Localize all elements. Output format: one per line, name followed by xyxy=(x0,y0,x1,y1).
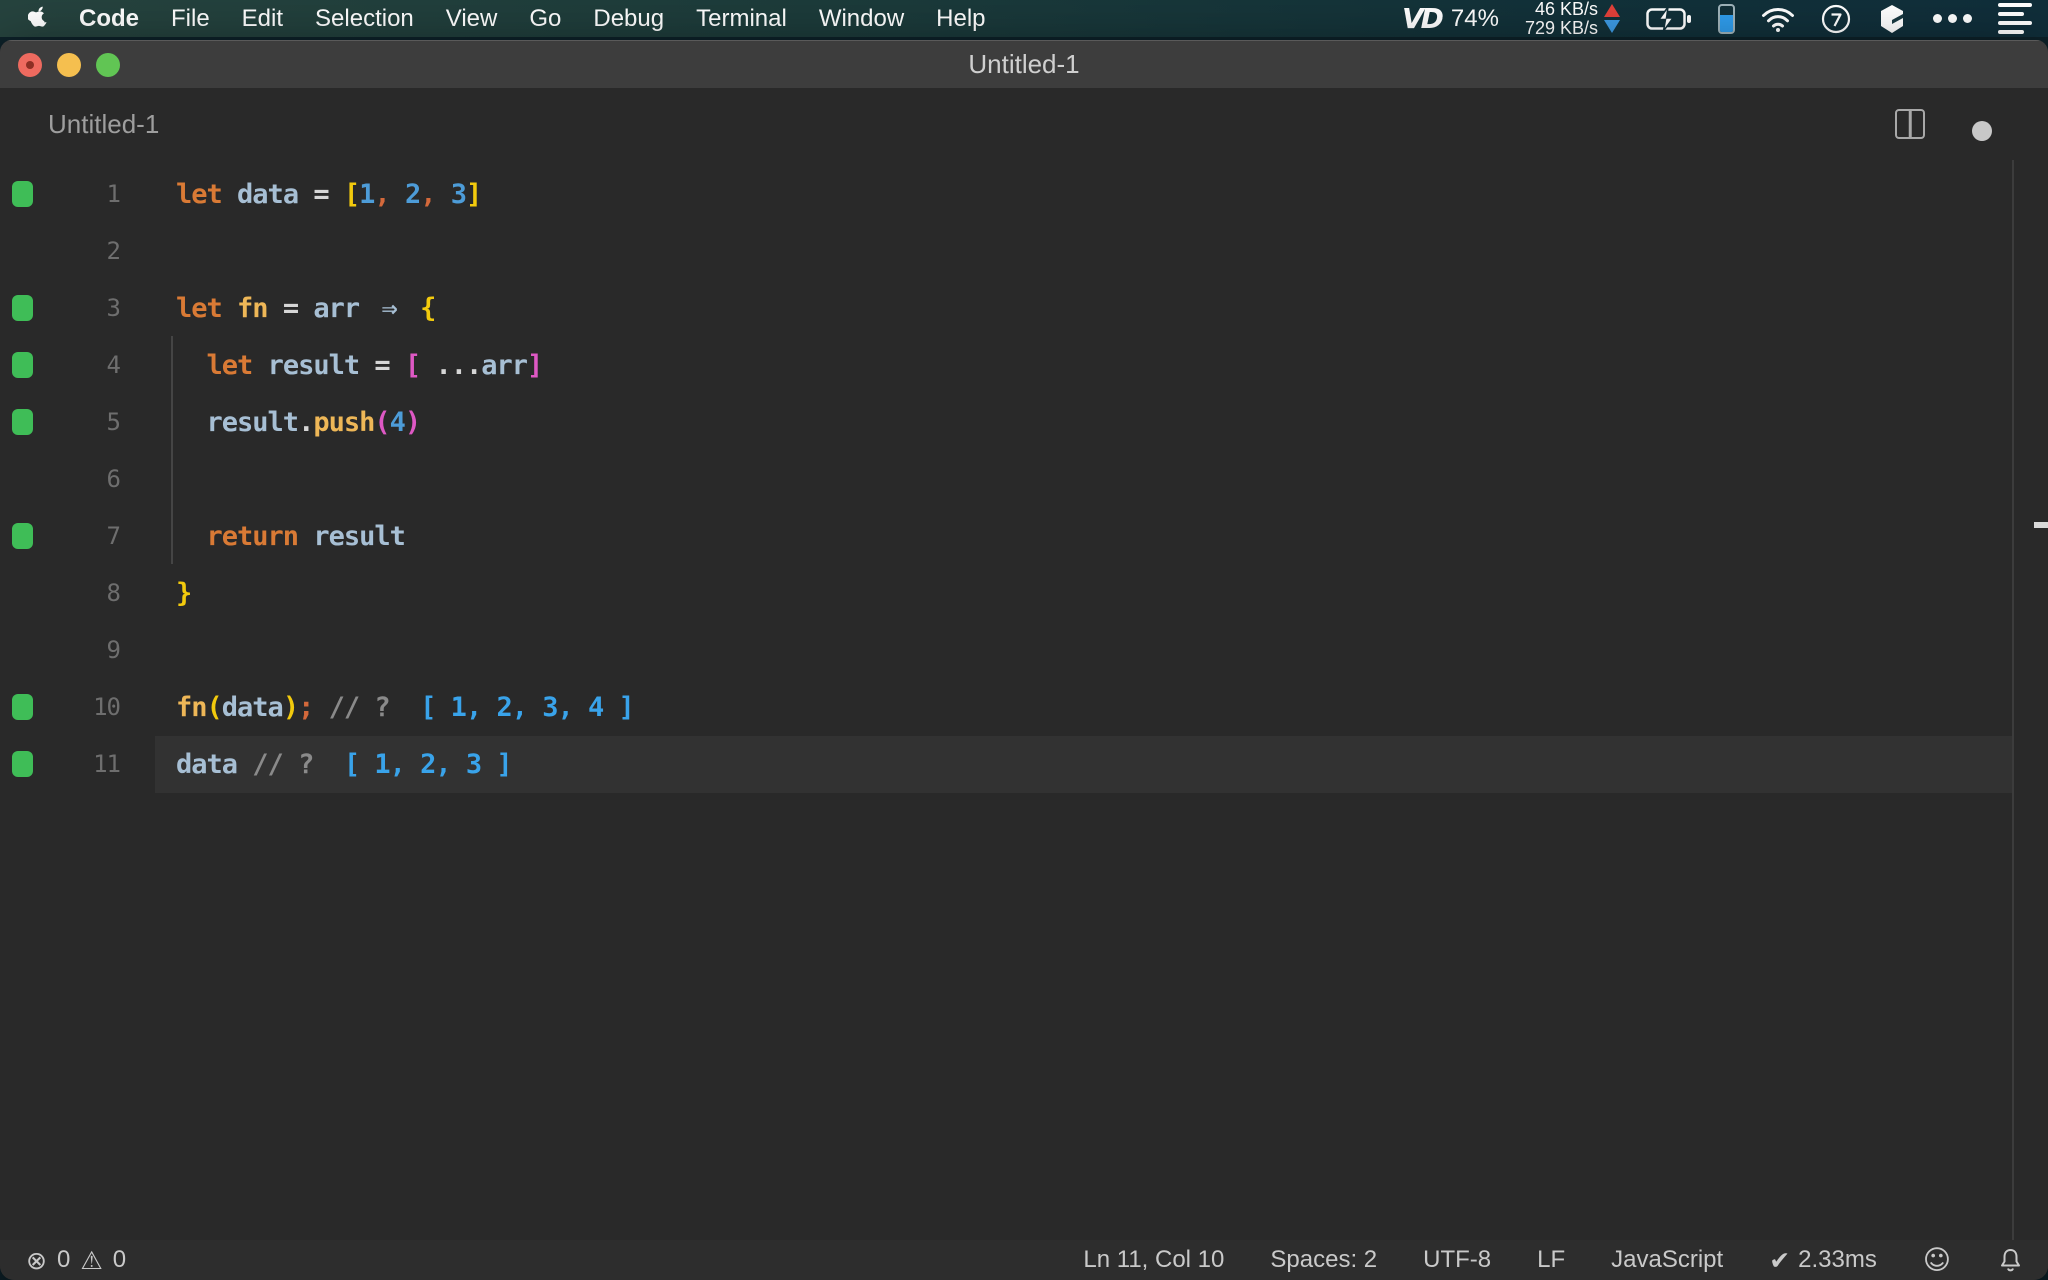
apple-logo-glyph xyxy=(28,6,47,27)
code-text: } xyxy=(176,578,192,609)
split-editor-icon[interactable] xyxy=(1895,109,1925,139)
window-title-bar[interactable]: Untitled-1 xyxy=(0,40,2048,88)
download-speed: 729 KB/s xyxy=(1524,17,1598,38)
menu-item-edit[interactable]: Edit xyxy=(226,5,299,33)
device-battery-fill xyxy=(1720,15,1733,32)
menu-item-go[interactable]: Go xyxy=(513,5,577,33)
clock-7-icon[interactable] xyxy=(1821,4,1851,34)
vscode-window: Untitled-1 Untitled-1 1 let data = [1, 2,… xyxy=(0,40,2048,1280)
upload-arrow-icon xyxy=(1604,4,1620,17)
error-count: 0 xyxy=(56,1246,71,1273)
overview-ruler-marker xyxy=(2034,522,2048,528)
quokka-perf[interactable]: ✔ 2.33ms xyxy=(1769,1246,1877,1275)
code-text: return result xyxy=(206,521,406,552)
code-line-6[interactable]: 6 xyxy=(0,451,2048,508)
code-text: let data = [1, 2, 3] xyxy=(176,179,482,210)
status-items: Ln 11, Col 10 Spaces: 2 UTF-8 LF JavaScript xyxy=(1083,1246,1723,1274)
network-speed-widget[interactable]: 46 KB/s 729 KB/s xyxy=(1525,0,1620,38)
status-item-utf-8[interactable]: UTF-8 xyxy=(1423,1246,1491,1274)
feedback-smiley-icon[interactable]: ☺ xyxy=(1923,1245,1951,1276)
perf-time: 2.33ms xyxy=(1798,1246,1877,1273)
window-title: Untitled-1 xyxy=(968,49,1080,79)
menu-item-selection[interactable]: Selection xyxy=(299,5,430,33)
code-text: fn(data); // ? [ 1, 2, 3, 4 ] xyxy=(176,692,635,723)
upload-speed: 46 KB/s xyxy=(1534,0,1598,19)
menu-items: Code File Edit Selection View Go Debug Terminal… xyxy=(63,5,1002,33)
menu-item-debug[interactable]: Debug xyxy=(577,5,680,33)
wifi-icon[interactable] xyxy=(1761,6,1795,32)
code-line-7[interactable]: 7 return result xyxy=(0,508,2048,565)
line-number[interactable]: 8 xyxy=(0,565,121,622)
line-number[interactable]: 7 xyxy=(0,508,121,565)
menu-item-help[interactable]: Help xyxy=(920,5,1001,33)
editor[interactable]: 1 let data = [1, 2, 3] 2 3 let fn = arr ⇒ { 4… xyxy=(0,160,2048,1240)
code-line-1[interactable]: 1 let data = [1, 2, 3] xyxy=(0,166,2048,223)
menu-item-file[interactable]: File xyxy=(155,5,226,33)
line-number[interactable]: 1 xyxy=(0,166,121,223)
line-number[interactable]: 5 xyxy=(0,394,121,451)
status-item-ln-11-col-10[interactable]: Ln 11, Col 10 xyxy=(1083,1246,1224,1274)
warning-count: 0 xyxy=(112,1246,127,1273)
tab-row: Untitled-1 xyxy=(0,88,2048,160)
code-text: data // ? [ 1, 2, 3 ] xyxy=(176,749,513,780)
line-number[interactable]: 10 xyxy=(0,679,121,736)
menu-item-code[interactable]: Code xyxy=(63,5,155,33)
error-icon: ⊗ xyxy=(26,1245,47,1275)
close-button[interactable] xyxy=(18,53,42,77)
minimize-button[interactable] xyxy=(57,53,81,77)
code-line-10[interactable]: 10 fn(data); // ? [ 1, 2, 3, 4 ] xyxy=(0,679,2048,736)
code-line-2[interactable]: 2 xyxy=(0,223,2048,280)
minimap-border xyxy=(2012,160,2014,1240)
line-number[interactable]: 4 xyxy=(0,337,121,394)
device-battery-icon[interactable] xyxy=(1718,3,1735,34)
code-line-3[interactable]: 3 let fn = arr ⇒ { xyxy=(0,280,2048,337)
status-bar-right: Ln 11, Col 10 Spaces: 2 UTF-8 LF JavaScript … xyxy=(1083,1245,2024,1276)
zoom-button[interactable] xyxy=(96,53,120,77)
app-cube-icon[interactable] xyxy=(1877,3,1907,35)
status-item-javascript[interactable]: JavaScript xyxy=(1611,1246,1723,1274)
problems-indicator[interactable]: ⊗ 0 ⚠ 0 xyxy=(26,1246,126,1275)
warning-icon: ⚠ xyxy=(80,1245,103,1275)
line-number[interactable]: 2 xyxy=(0,223,121,280)
line-number[interactable]: 6 xyxy=(0,451,121,508)
indent-guide xyxy=(171,336,173,564)
notifications-bell-icon[interactable] xyxy=(1997,1247,2024,1274)
unsaved-indicator-dot[interactable] xyxy=(1972,121,1992,141)
line-number[interactable]: 3 xyxy=(0,280,121,337)
menu-bar-status-items: VD 74% 46 KB/s 729 KB/s xyxy=(1402,0,2032,37)
battery-percent-label: 74% xyxy=(1450,4,1499,32)
code-line-8[interactable]: 8} xyxy=(0,565,2048,622)
code-text: let fn = arr ⇒ { xyxy=(176,293,436,324)
check-icon: ✔ xyxy=(1769,1245,1791,1275)
vd-app-icon: VD xyxy=(1401,2,1444,35)
status-item-lf[interactable]: LF xyxy=(1537,1246,1565,1274)
code-line-11[interactable]: 11 data // ? [ 1, 2, 3 ] xyxy=(0,736,2048,793)
code-text: let result = [ ...arr] xyxy=(206,350,544,381)
line-number[interactable]: 11 xyxy=(0,736,121,793)
line-number[interactable]: 9 xyxy=(0,622,121,679)
download-arrow-icon xyxy=(1604,20,1620,33)
menu-item-terminal[interactable]: Terminal xyxy=(680,5,803,33)
code-line-9[interactable]: 9 xyxy=(0,622,2048,679)
code-line-4[interactable]: 4 let result = [ ...arr] xyxy=(0,337,2048,394)
status-bar: ⊗ 0 ⚠ 0 Ln 11, Col 10 Spaces: 2 UTF-8 LF Jav… xyxy=(0,1240,2048,1280)
code-area[interactable]: 1 let data = [1, 2, 3] 2 3 let fn = arr ⇒ { 4… xyxy=(0,160,2048,1240)
vd-battery-app[interactable]: VD 74% xyxy=(1402,2,1499,35)
apple-menu-icon[interactable] xyxy=(28,6,49,31)
list-menu-icon[interactable] xyxy=(1998,3,2032,34)
tab-untitled-1[interactable]: Untitled-1 xyxy=(48,88,159,160)
code-text: result.push(4) xyxy=(206,407,422,438)
code-line-5[interactable]: 5 result.push(4) xyxy=(0,394,2048,451)
menu-item-view[interactable]: View xyxy=(430,5,514,33)
battery-charging-icon[interactable] xyxy=(1646,6,1692,32)
ellipsis-icon[interactable] xyxy=(1933,14,1972,23)
menu-item-window[interactable]: Window xyxy=(803,5,920,33)
traffic-lights xyxy=(18,41,120,89)
menu-bar: Code File Edit Selection View Go Debug Terminal… xyxy=(0,0,2048,37)
status-item-spaces-2[interactable]: Spaces: 2 xyxy=(1270,1246,1377,1274)
